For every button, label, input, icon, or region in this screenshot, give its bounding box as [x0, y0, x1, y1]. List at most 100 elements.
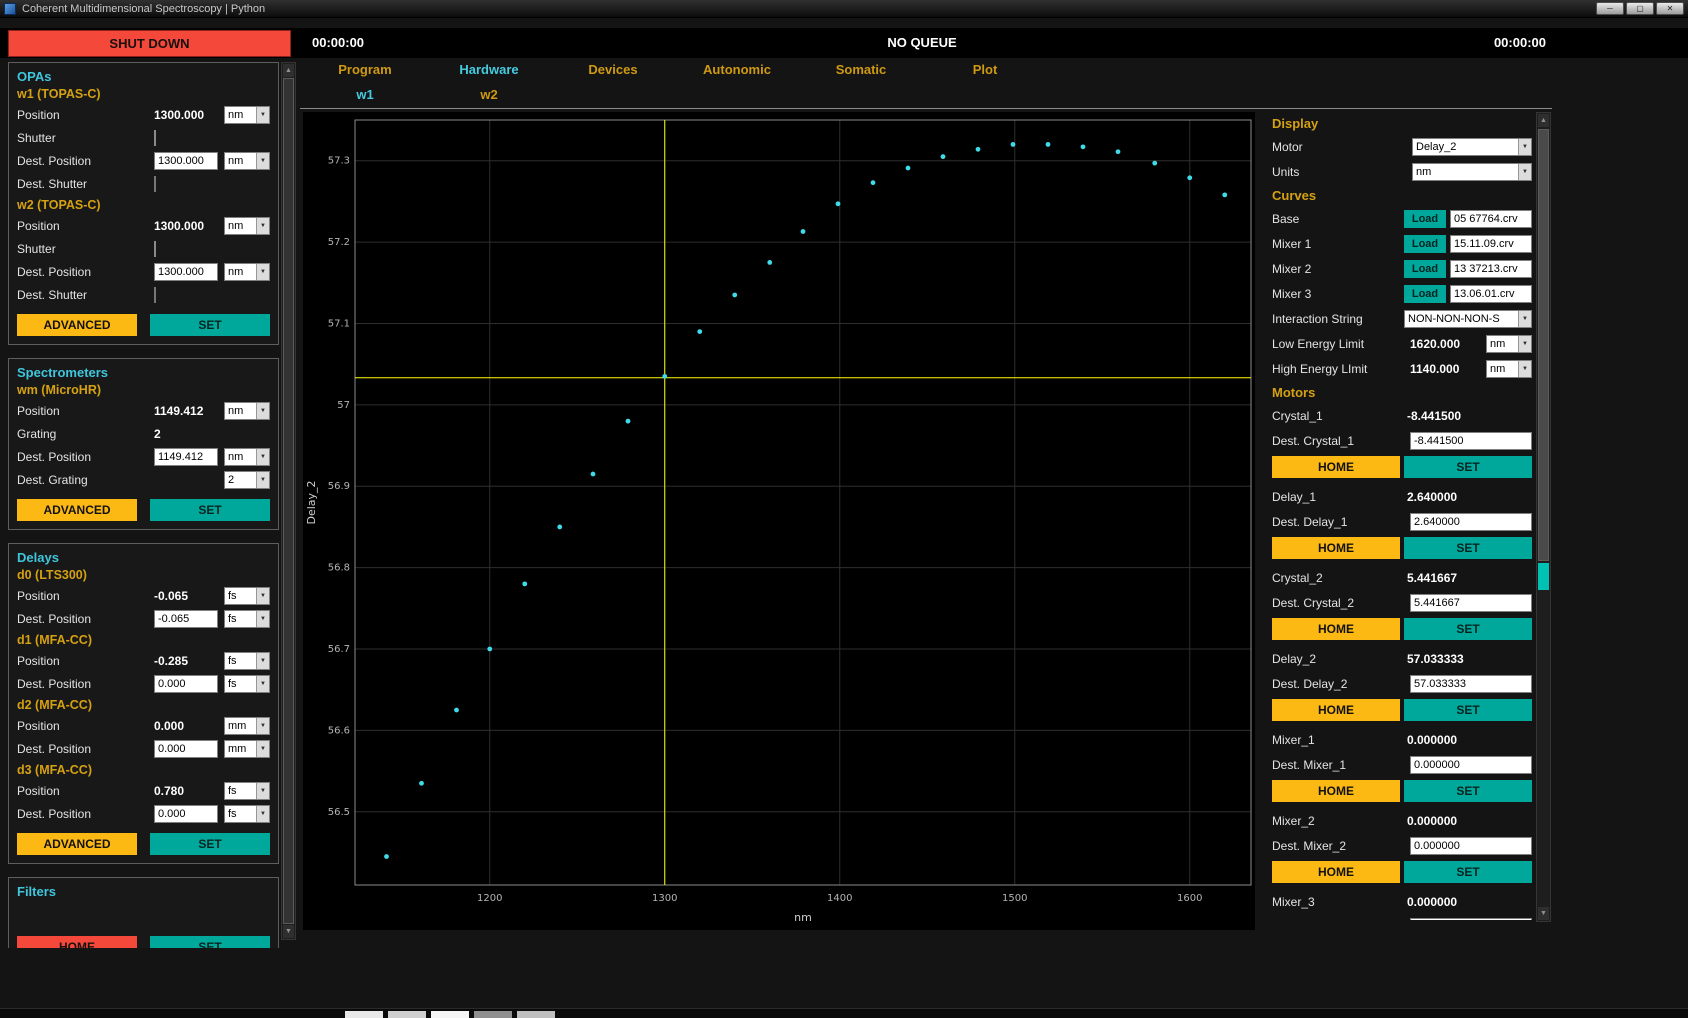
- high-energy-label: High Energy LImit: [1272, 362, 1410, 376]
- load-button[interactable]: Load: [1404, 235, 1446, 253]
- motor-dest-input[interactable]: [1410, 432, 1532, 450]
- dest-units-combo[interactable]: nm▼: [224, 263, 270, 281]
- set-button[interactable]: SET: [1404, 456, 1532, 478]
- interaction-value: NON-NON-NON-S: [1405, 313, 1518, 325]
- taskbar-item[interactable]: [474, 1011, 512, 1018]
- low-energy-units-combo[interactable]: nm ▼: [1486, 335, 1532, 353]
- home-button[interactable]: HOME: [1272, 699, 1400, 721]
- tab-plot[interactable]: Plot: [923, 62, 1047, 85]
- curve-file-field[interactable]: [1450, 235, 1532, 253]
- shutter-row: Shutter: [17, 126, 270, 149]
- set-button[interactable]: SET: [1404, 699, 1532, 721]
- dest-position-input[interactable]: [154, 805, 218, 823]
- home-button[interactable]: HOME: [1272, 456, 1400, 478]
- curve-file-field[interactable]: [1450, 285, 1532, 303]
- taskbar-item[interactable]: [388, 1011, 426, 1018]
- scrollbar-thumb[interactable]: [283, 78, 294, 924]
- advanced-button[interactable]: ADVANCED: [17, 314, 137, 336]
- minimize-button[interactable]: ─: [1596, 2, 1624, 15]
- set-button[interactable]: SET: [1404, 861, 1532, 883]
- dest-units-combo[interactable]: nm ▼: [224, 448, 270, 466]
- main-scrollbar[interactable]: ▲ ▼: [1536, 112, 1551, 922]
- set-button[interactable]: SET: [150, 499, 270, 521]
- position-units-combo[interactable]: nm▼: [224, 217, 270, 235]
- load-button[interactable]: Load: [1404, 260, 1446, 278]
- motor-dest-input[interactable]: [1410, 837, 1532, 855]
- sidebar-scrollbar[interactable]: ▲ ▼: [281, 62, 296, 940]
- load-button[interactable]: Load: [1404, 210, 1446, 228]
- set-button[interactable]: SET: [1404, 780, 1532, 802]
- close-button[interactable]: ✕: [1656, 2, 1684, 15]
- dest-position-input[interactable]: [154, 152, 218, 170]
- window-titlebar: Coherent Multidimensional Spectroscopy |…: [0, 0, 1688, 18]
- units-select-combo[interactable]: nm ▼: [1412, 163, 1532, 181]
- load-button[interactable]: Load: [1404, 285, 1446, 303]
- grating-label: Grating: [17, 427, 154, 441]
- curve-file-field[interactable]: [1450, 260, 1532, 278]
- position-units-combo[interactable]: fs▼: [224, 587, 270, 605]
- home-button[interactable]: HOME: [1272, 537, 1400, 559]
- dest-units-combo[interactable]: mm▼: [224, 740, 270, 758]
- home-button[interactable]: HOME: [1272, 861, 1400, 883]
- scrollbar-thumb[interactable]: [1538, 129, 1549, 561]
- dest-units-combo[interactable]: fs▼: [224, 610, 270, 628]
- motor-dest-input[interactable]: [1410, 513, 1532, 531]
- position-units-combo[interactable]: fs▼: [224, 782, 270, 800]
- dest-position-input[interactable]: [154, 740, 218, 758]
- taskbar-item[interactable]: [517, 1011, 555, 1018]
- motor-dest-input[interactable]: [1410, 756, 1532, 774]
- motor-select-combo[interactable]: Delay_2 ▼: [1412, 138, 1532, 156]
- advanced-button[interactable]: ADVANCED: [17, 499, 137, 521]
- maximize-button[interactable]: ▢: [1626, 2, 1654, 15]
- interaction-combo[interactable]: NON-NON-NON-S ▼: [1404, 310, 1532, 328]
- dest-units-combo[interactable]: fs▼: [224, 675, 270, 693]
- scroll-up-icon[interactable]: ▲: [1538, 114, 1549, 127]
- shutdown-button[interactable]: SHUT DOWN: [8, 30, 291, 57]
- dest-shutter-checkbox[interactable]: [154, 176, 156, 192]
- dest-units-combo[interactable]: nm▼: [224, 152, 270, 170]
- dest-position-input[interactable]: [154, 610, 218, 628]
- home-button[interactable]: HOME: [1272, 618, 1400, 640]
- motor-dest-input[interactable]: [1410, 675, 1532, 693]
- motor-dest-input[interactable]: [1410, 918, 1532, 921]
- tab-hardware[interactable]: Hardware: [427, 62, 551, 85]
- dest-position-row: Dest. Positionmm▼: [17, 737, 270, 760]
- dest-units-combo[interactable]: fs▼: [224, 805, 270, 823]
- position-units-combo[interactable]: nm▼: [224, 106, 270, 124]
- position-units-combo[interactable]: nm ▼: [224, 402, 270, 420]
- set-button[interactable]: SET: [1404, 618, 1532, 640]
- dest-position-input[interactable]: [154, 675, 218, 693]
- dest-position-input[interactable]: [154, 263, 218, 281]
- scroll-down-icon[interactable]: ▼: [283, 925, 294, 938]
- home-button[interactable]: HOME: [1272, 780, 1400, 802]
- plot-point: [697, 329, 702, 334]
- high-energy-units-combo[interactable]: nm ▼: [1486, 360, 1532, 378]
- position-units-combo[interactable]: mm▼: [224, 717, 270, 735]
- dest-position-input[interactable]: [154, 448, 218, 466]
- taskbar-item[interactable]: [431, 1011, 469, 1018]
- dest-shutter-checkbox[interactable]: [154, 287, 156, 303]
- set-button[interactable]: SET: [150, 833, 270, 855]
- taskbar-item[interactable]: [345, 1011, 383, 1018]
- tab-program[interactable]: Program: [303, 62, 427, 85]
- tab-autonomic[interactable]: Autonomic: [675, 62, 799, 85]
- spectrometer-name: wm (MicroHR): [17, 383, 270, 397]
- position-units-value: nm: [225, 405, 256, 417]
- subtab-w2[interactable]: w2: [427, 87, 551, 107]
- scroll-down-icon[interactable]: ▼: [1538, 907, 1549, 920]
- curve-file-field[interactable]: [1450, 210, 1532, 228]
- hardware-plot[interactable]: 1200130014001500160056.556.656.756.856.9…: [303, 112, 1255, 930]
- home-button[interactable]: HOME: [17, 936, 137, 948]
- tab-somatic[interactable]: Somatic: [799, 62, 923, 85]
- scroll-up-icon[interactable]: ▲: [283, 64, 294, 77]
- position-units-combo[interactable]: fs▼: [224, 652, 270, 670]
- scrollbar-marker: [1538, 563, 1549, 590]
- set-button[interactable]: SET: [150, 936, 270, 948]
- motor-dest-input[interactable]: [1410, 594, 1532, 612]
- set-button[interactable]: SET: [150, 314, 270, 336]
- tab-devices[interactable]: Devices: [551, 62, 675, 85]
- advanced-button[interactable]: ADVANCED: [17, 833, 137, 855]
- set-button[interactable]: SET: [1404, 537, 1532, 559]
- dest-grating-combo[interactable]: 2 ▼: [224, 471, 270, 489]
- subtab-w1[interactable]: w1: [303, 87, 427, 107]
